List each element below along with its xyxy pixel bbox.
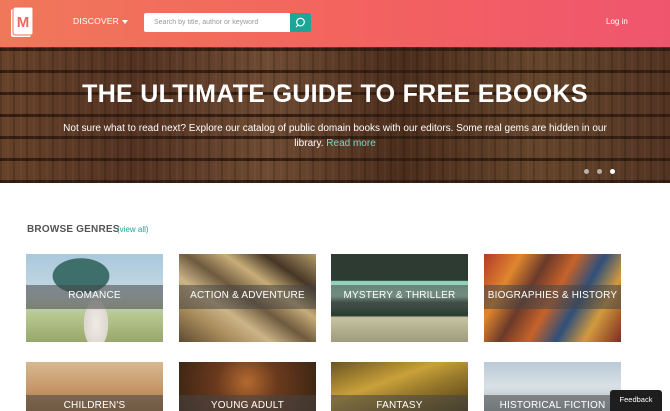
hero-banner: THE ULTIMATE GUIDE TO FREE EBOOKS Not su… [0, 47, 670, 183]
search-input[interactable] [144, 13, 290, 32]
browse-genres-heading: BROWSE GENRES [27, 224, 120, 235]
genre-label: YOUNG ADULT [210, 400, 285, 411]
genre-card-young-adult[interactable]: YOUNG ADULT [179, 362, 316, 411]
carousel-dot[interactable] [597, 169, 602, 174]
genre-label: HISTORICAL FICTION [499, 400, 606, 411]
discover-menu[interactable]: DISCOVER [73, 16, 128, 26]
read-more-link[interactable]: Read more [326, 138, 375, 149]
chevron-down-icon [122, 19, 128, 24]
genre-label: FANTASY [376, 400, 423, 411]
genre-card-childrens[interactable]: CHILDREN'S [26, 362, 163, 411]
genre-card-action-adventure[interactable]: ACTION & ADVENTURE [179, 254, 316, 342]
genre-card-fantasy[interactable]: FANTASY [331, 362, 468, 411]
genre-card-romance[interactable]: ROMANCE [26, 254, 163, 342]
search-icon [295, 17, 305, 28]
carousel-dot-active[interactable] [610, 169, 615, 174]
genre-label: MYSTERY & THRILLER [343, 290, 456, 301]
feedback-button[interactable]: Feedback [610, 390, 662, 411]
carousel-dots [584, 161, 623, 179]
search-button[interactable] [290, 13, 311, 32]
genre-card-mystery-thriller[interactable]: MYSTERY & THRILLER [331, 254, 468, 342]
genre-label: ACTION & ADVENTURE [190, 290, 305, 301]
genre-card-biographies-history[interactable]: BIOGRAPHIES & HISTORY [484, 254, 621, 342]
discover-label: DISCOVER [73, 16, 119, 26]
svg-text:M: M [17, 14, 30, 31]
hero-title: THE ULTIMATE GUIDE TO FREE EBOOKS [82, 80, 588, 108]
view-all-link[interactable]: (view all) [117, 225, 149, 234]
genre-label: BIOGRAPHIES & HISTORY [487, 290, 618, 301]
genre-label: ROMANCE [68, 290, 121, 301]
login-link[interactable]: Log in [606, 17, 628, 26]
carousel-dot[interactable] [584, 169, 589, 174]
logo-icon[interactable]: M [10, 6, 34, 39]
genre-label: CHILDREN'S [63, 400, 126, 411]
hero-subtitle: Not sure what to read next? Explore our … [60, 121, 610, 151]
genre-card-historical-fiction[interactable]: HISTORICAL FICTION [484, 362, 621, 411]
top-nav-bar: M DISCOVER Log in [0, 0, 670, 47]
